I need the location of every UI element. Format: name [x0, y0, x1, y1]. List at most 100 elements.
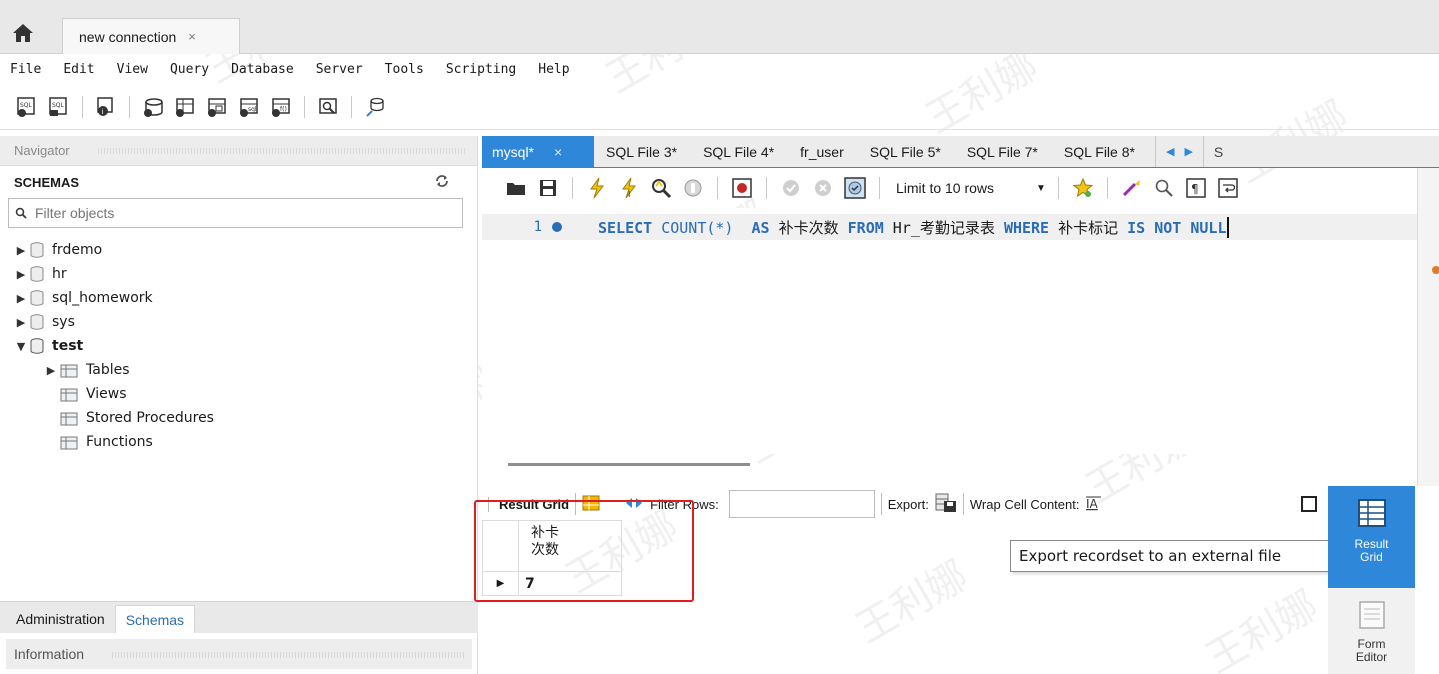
arrow-left-icon[interactable]: ◀ — [1166, 145, 1174, 158]
sql-statement[interactable]: SELECT COUNT(*) AS 补卡次数 FROM Hr_考勤记录表 WH… — [598, 216, 1229, 238]
toolbar-separator — [572, 177, 573, 199]
tab-sql-file-5[interactable]: SQL File 5* — [858, 136, 955, 167]
expand-arrow-icon[interactable]: ▶ — [12, 268, 30, 281]
expand-arrow-icon[interactable]: ▶ — [12, 244, 30, 257]
create-procedure-icon[interactable]: sql — [236, 94, 262, 120]
code-line-1[interactable]: 1 SELECT COUNT(*) AS 补卡次数 FROM Hr_考勤记录表 … — [482, 214, 1417, 240]
schema-item-sql-homework[interactable]: ▶ sql_homework — [0, 286, 477, 310]
tab-label: mysql* — [492, 143, 535, 160]
schema-item-hr[interactable]: ▶ hr — [0, 262, 477, 286]
invisible-chars-icon[interactable]: ¶ — [1184, 176, 1208, 200]
tree-item-stored-procedures[interactable]: Stored Procedures — [0, 406, 477, 430]
home-icon[interactable] — [8, 18, 38, 48]
toolbar-separator — [717, 177, 718, 199]
schema-label: sys — [52, 314, 75, 330]
open-sql-file-icon[interactable]: SQL — [46, 94, 72, 120]
tab-mysql[interactable]: mysql* × — [482, 136, 594, 167]
open-folder-icon[interactable] — [504, 176, 528, 200]
sql-token: SELECT — [598, 218, 653, 237]
search-table-data-icon[interactable] — [315, 94, 341, 120]
tree-item-tables[interactable]: ▶ Tables — [0, 358, 477, 382]
toggle-panel-icon[interactable] — [1301, 496, 1317, 512]
tab-sql-file-3[interactable]: SQL File 3* — [594, 136, 691, 167]
stop-icon[interactable] — [681, 176, 705, 200]
tab-sql-file-4[interactable]: SQL File 4* — [691, 136, 788, 167]
wrap-lines-icon[interactable] — [1216, 176, 1240, 200]
filter-objects-box[interactable] — [8, 198, 463, 228]
create-function-icon[interactable]: f() — [268, 94, 294, 120]
menu-view[interactable]: View — [107, 62, 160, 77]
save-icon[interactable] — [536, 176, 560, 200]
schema-item-test[interactable]: ▼ test — [0, 334, 477, 358]
menu-server[interactable]: Server — [306, 62, 375, 77]
commit-icon[interactable] — [779, 176, 803, 200]
expand-arrow-icon[interactable]: ▶ — [42, 364, 60, 377]
database-icon — [30, 290, 44, 306]
tab-fr-user[interactable]: fr_user — [788, 136, 858, 167]
expand-arrow-icon[interactable]: ▶ — [12, 316, 30, 329]
close-icon[interactable]: × — [554, 144, 562, 160]
line-number: 1 — [533, 219, 542, 235]
toolbar-separator — [351, 95, 352, 118]
sql-token: FROM — [847, 218, 884, 237]
beautify-icon[interactable] — [1120, 176, 1144, 200]
find-icon[interactable] — [1152, 176, 1176, 200]
side-panel-label[interactable]: S — [1214, 136, 1223, 167]
reconnect-icon[interactable] — [362, 94, 388, 120]
refresh-icon[interactable] — [435, 174, 449, 191]
toggle-errors-icon[interactable] — [730, 176, 754, 200]
explain-icon[interactable] — [649, 176, 673, 200]
tab-sql-file-7[interactable]: SQL File 7* — [955, 136, 1052, 167]
menu-file[interactable]: File — [0, 62, 53, 77]
side-button-label: Editor — [1355, 650, 1388, 664]
menu-query[interactable]: Query — [160, 62, 221, 77]
toolbar-separator — [129, 95, 130, 118]
connection-tab[interactable]: new connection × — [62, 18, 240, 54]
menu-help[interactable]: Help — [528, 62, 581, 77]
filter-objects-input[interactable] — [35, 205, 435, 221]
execute-lightning-icon[interactable] — [585, 176, 609, 200]
create-table-icon[interactable] — [172, 94, 198, 120]
arrow-right-icon[interactable]: ▶ — [1184, 145, 1192, 158]
toolbar-separator — [1106, 177, 1108, 199]
inspector-icon[interactable]: i — [93, 94, 119, 120]
folder-table-icon — [60, 364, 78, 377]
wrap-cell-icon[interactable]: IA — [1085, 495, 1103, 514]
filter-rows-input[interactable] — [728, 490, 875, 518]
schema-item-frdemo[interactable]: ▶ frdemo — [0, 238, 477, 262]
add-snippet-icon[interactable] — [1071, 176, 1095, 200]
chevron-down-icon: ▼ — [1036, 182, 1046, 194]
svg-text:¶: ¶ — [1191, 182, 1199, 196]
schemas-title: SCHEMAS — [14, 174, 80, 190]
tab-administration[interactable]: Administration — [6, 605, 115, 633]
rollback-icon[interactable] — [811, 176, 835, 200]
right-sidebar-strip — [1417, 168, 1439, 486]
panel-splitter[interactable] — [508, 463, 750, 466]
form-editor-view-button[interactable]: Form Editor — [1328, 594, 1415, 674]
close-icon[interactable]: × — [188, 29, 196, 44]
tree-item-views[interactable]: Views — [0, 382, 477, 406]
collapse-arrow-icon[interactable]: ▼ — [12, 340, 30, 353]
tree-item-functions[interactable]: Functions — [0, 430, 477, 454]
connection-tab-strip: new connection × — [0, 0, 1439, 54]
new-sql-tab-icon[interactable]: SQL — [14, 94, 40, 120]
tab-sql-file-8[interactable]: SQL File 8* — [1052, 136, 1149, 167]
result-grid-view-button[interactable]: Result Grid — [1328, 486, 1415, 588]
execute-current-icon[interactable]: I — [617, 176, 641, 200]
export-icon[interactable] — [935, 493, 957, 516]
create-view-icon[interactable] — [204, 94, 230, 120]
expand-arrow-icon[interactable]: ▶ — [12, 292, 30, 305]
limit-rows-select[interactable]: Limit to 10 rows ▼ — [896, 180, 1046, 196]
toolbar-separator — [879, 177, 880, 199]
sql-editor[interactable]: 1 SELECT COUNT(*) AS 补卡次数 FROM Hr_考勤记录表 … — [482, 208, 1417, 454]
create-schema-icon[interactable] — [140, 94, 166, 120]
schema-item-sys[interactable]: ▶ sys — [0, 310, 477, 334]
tab-schemas[interactable]: Schemas — [114, 605, 196, 633]
menu-edit[interactable]: Edit — [53, 62, 106, 77]
menu-tools[interactable]: Tools — [375, 62, 436, 77]
menu-database[interactable]: Database — [221, 62, 306, 77]
sql-token: AS — [751, 218, 770, 237]
autocommit-icon[interactable] — [843, 176, 867, 200]
database-icon — [30, 314, 44, 330]
menu-scripting[interactable]: Scripting — [436, 62, 528, 77]
